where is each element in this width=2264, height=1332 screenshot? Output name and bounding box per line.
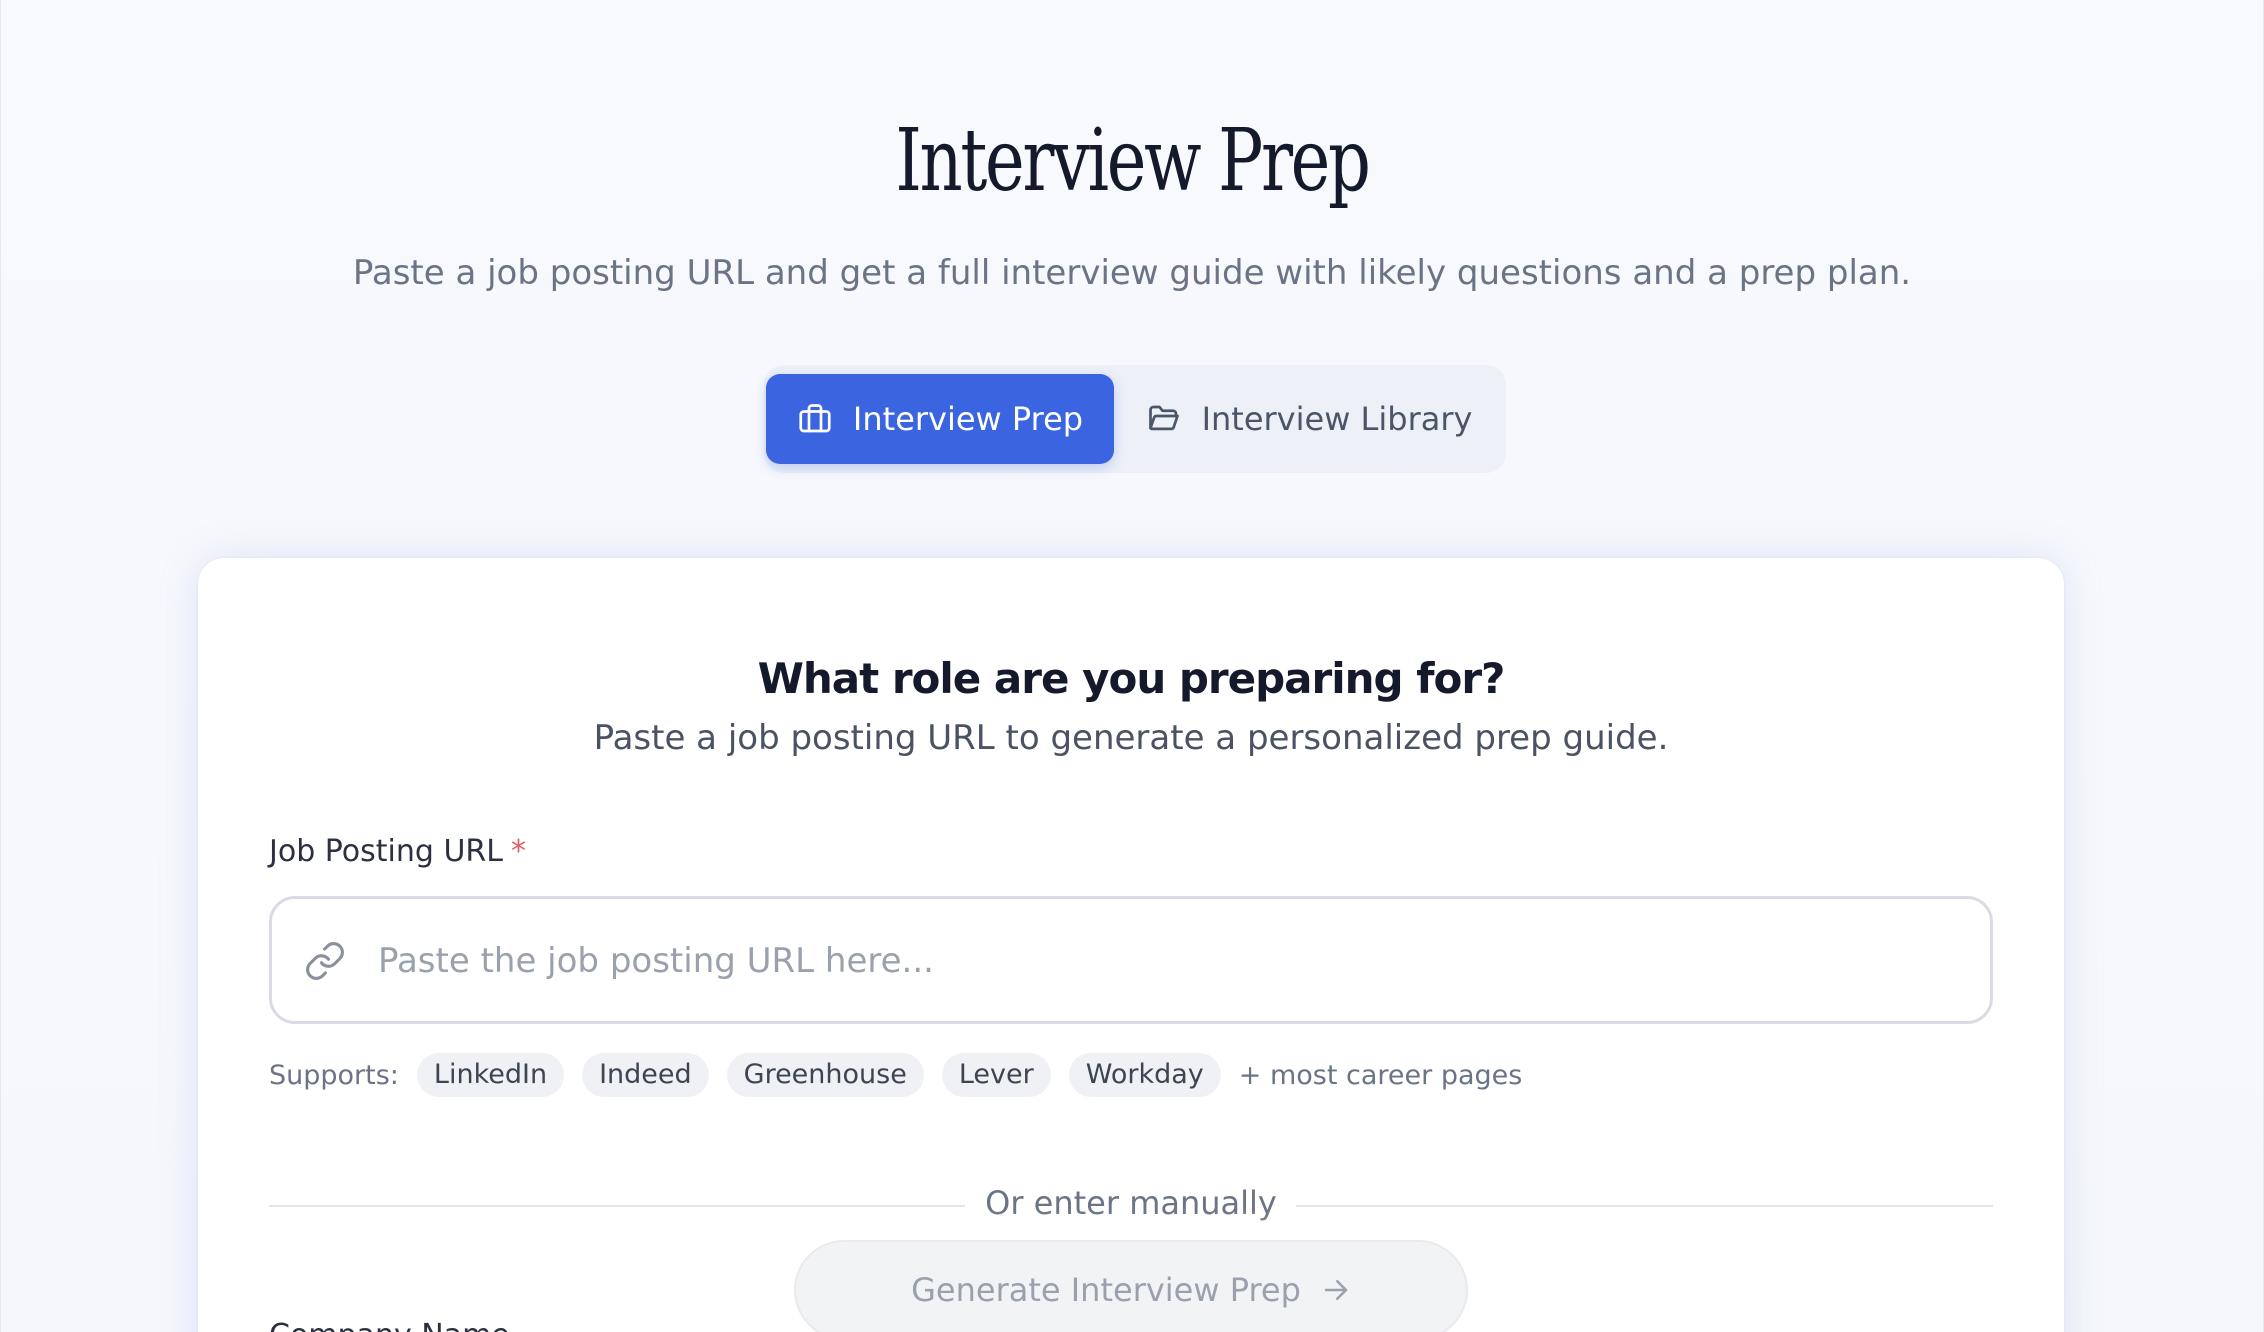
url-input-container[interactable] bbox=[269, 896, 1993, 1024]
url-field-label: Job Posting URL * bbox=[269, 834, 526, 869]
job-url-input[interactable] bbox=[376, 899, 1960, 1023]
page-subtitle: Paste a job posting URL and get a full i… bbox=[352, 253, 1912, 293]
link-icon bbox=[304, 940, 346, 982]
page: Interview Prep Paste a job posting URL a… bbox=[0, 0, 2264, 1332]
generate-button[interactable]: Generate Interview Prep bbox=[794, 1240, 1468, 1332]
prep-form-card: What role are you preparing for? Paste a… bbox=[198, 558, 2064, 1332]
briefcase-icon bbox=[797, 401, 833, 437]
source-chip-indeed: Indeed bbox=[582, 1053, 709, 1097]
required-mark: * bbox=[511, 834, 526, 869]
source-chip-linkedin: LinkedIn bbox=[416, 1053, 565, 1097]
tab-interview-prep[interactable]: Interview Prep bbox=[766, 374, 1114, 464]
page-title: Interview Prep bbox=[895, 111, 1371, 211]
tab-label: Interview Library bbox=[1201, 400, 1473, 438]
source-chip-workday: Workday bbox=[1068, 1053, 1221, 1097]
tab-label: Interview Prep bbox=[852, 400, 1084, 438]
supports-more-text: + most career pages bbox=[1238, 1059, 1523, 1091]
divider-text: Or enter manually bbox=[985, 1184, 1277, 1222]
folder-icon bbox=[1146, 401, 1182, 437]
supported-sources: Supports: LinkedIn Indeed Greenhouse Lev… bbox=[269, 1052, 1522, 1098]
tab-interview-library[interactable]: Interview Library bbox=[1122, 374, 1496, 464]
generate-button-label: Generate Interview Prep bbox=[911, 1271, 1301, 1309]
source-chip-greenhouse: Greenhouse bbox=[726, 1053, 924, 1097]
card-subtitle: Paste a job posting URL to generate a pe… bbox=[593, 718, 1669, 758]
tab-bar: Interview Prep Interview Library bbox=[764, 365, 1506, 473]
supports-label: Supports: bbox=[269, 1059, 399, 1091]
source-chip-lever: Lever bbox=[941, 1053, 1051, 1097]
url-field-label-text: Job Posting URL bbox=[269, 834, 503, 869]
arrow-right-icon bbox=[1321, 1275, 1351, 1305]
company-name-label: Company Name bbox=[269, 1318, 510, 1332]
card-title: What role are you preparing for? bbox=[757, 654, 1506, 703]
